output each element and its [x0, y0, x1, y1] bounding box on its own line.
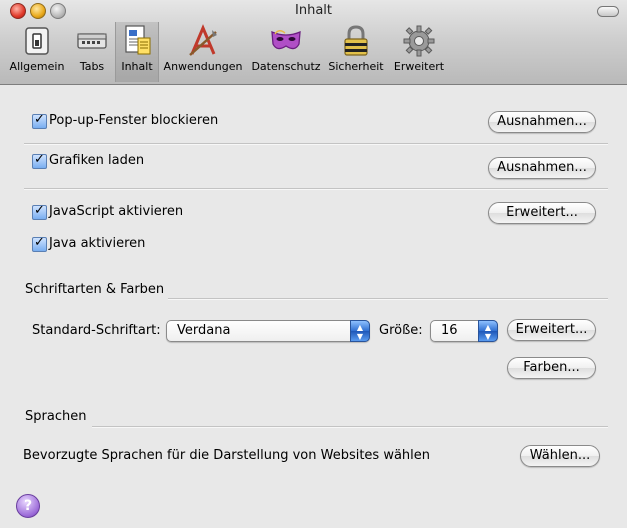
languages-section-title: Sprachen	[25, 409, 87, 424]
tab-inhalt-label: Inhalt	[121, 60, 153, 73]
fonts-section-separator	[168, 298, 608, 300]
tab-sicherheit[interactable]: Sicherheit	[326, 22, 386, 82]
tab-sicherheit-label: Sicherheit	[328, 60, 384, 73]
tab-inhalt[interactable]: Inhalt	[115, 22, 159, 82]
toolbar-toggle-button[interactable]	[597, 6, 619, 17]
default-font-value: Verdana	[177, 323, 231, 338]
tab-anwendungen-label: Anwendungen	[163, 60, 243, 73]
popup-exceptions-button[interactable]: Ausnahmen...	[488, 111, 596, 133]
privacy-mask-icon	[271, 30, 301, 50]
gear-icon	[403, 25, 435, 57]
tabs-icon	[77, 33, 107, 49]
javascript-advanced-button[interactable]: Erweitert...	[488, 202, 596, 224]
tab-tabs-label: Tabs	[79, 60, 105, 73]
separator	[24, 188, 608, 190]
fonts-section-title: Schriftarten & Farben	[25, 282, 165, 297]
tab-datenschutz-label: Datenschutz	[251, 60, 321, 73]
languages-section-separator	[92, 426, 608, 428]
window-title: Inhalt	[295, 3, 332, 18]
title-toolbar: Inhalt Allgemein Tabs Inhalt Anwendungen…	[0, 0, 627, 85]
java-checkbox[interactable]	[32, 235, 47, 252]
popup-blocking-label: Pop-up-Fenster blockieren	[49, 113, 219, 128]
applications-icon	[189, 24, 217, 56]
languages-description: Bevorzugte Sprachen für die Darstellung …	[23, 448, 431, 463]
colors-button[interactable]: Farben...	[507, 357, 596, 379]
popup-arrows-icon: ▲ ▼	[478, 320, 498, 342]
font-size-select[interactable]: 16 ▲ ▼	[430, 320, 498, 342]
choose-languages-button[interactable]: Wählen...	[520, 445, 600, 467]
tab-allgemein[interactable]: Allgemein	[6, 22, 68, 82]
tab-tabs[interactable]: Tabs	[70, 22, 114, 82]
load-images-checkbox[interactable]	[32, 152, 47, 169]
general-switch-icon	[25, 27, 49, 55]
font-size-label: Größe:	[379, 323, 423, 338]
help-button[interactable]: ?	[16, 494, 40, 518]
separator	[24, 143, 608, 145]
javascript-label: JavaScript aktivieren	[49, 204, 184, 219]
tab-erweitert-label: Erweitert	[393, 60, 445, 73]
tab-erweitert[interactable]: Erweitert	[388, 22, 450, 82]
tab-datenschutz[interactable]: Datenschutz	[248, 22, 324, 82]
lock-icon	[344, 25, 368, 56]
fonts-advanced-button[interactable]: Erweitert...	[507, 319, 596, 341]
tab-allgemein-label: Allgemein	[9, 60, 65, 73]
font-size-value: 16	[441, 323, 458, 338]
popup-blocking-checkbox[interactable]	[32, 112, 47, 129]
tab-anwendungen[interactable]: Anwendungen	[160, 22, 246, 82]
java-label: Java aktivieren	[49, 236, 146, 251]
default-font-select[interactable]: Verdana ▲ ▼	[166, 320, 370, 342]
load-images-label: Grafiken laden	[49, 153, 145, 168]
images-exceptions-button[interactable]: Ausnahmen...	[488, 157, 596, 179]
default-font-label: Standard-Schriftart:	[32, 323, 161, 338]
javascript-checkbox[interactable]	[32, 203, 47, 220]
popup-arrows-icon: ▲ ▼	[350, 320, 370, 342]
preferences-window: Inhalt Allgemein Tabs Inhalt Anwendungen…	[0, 0, 627, 528]
content-document-icon	[125, 25, 151, 55]
